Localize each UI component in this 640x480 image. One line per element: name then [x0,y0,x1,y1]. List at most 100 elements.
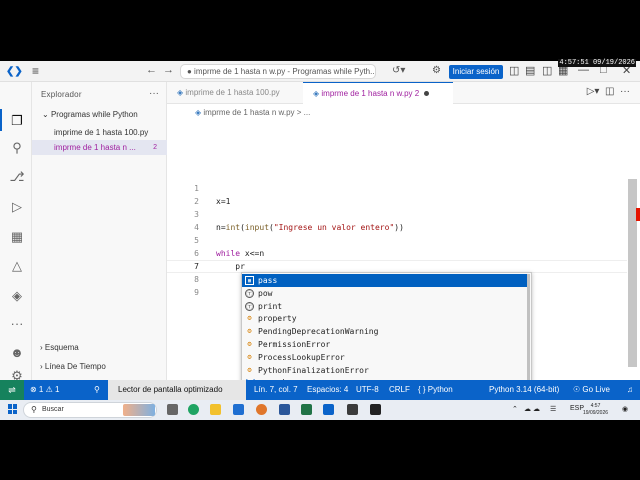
line-4: 4 n=int(input("Ingrese un valor entero")) [167,221,627,234]
line-number: 7 [194,262,199,271]
app-icon[interactable] [370,404,381,415]
more-icon[interactable]: ··· [620,86,630,97]
suggestion-item[interactable]: ⚙ PendingDeprecationWarning [242,325,527,338]
tray-icons[interactable]: ☁ ☁ [524,405,540,413]
line-number: 9 [194,288,199,297]
taskbar-search-label: Buscar [42,406,64,413]
timeline-section[interactable]: › Línea De Tiempo [40,362,106,371]
line-number: 8 [194,275,199,284]
timeline-label: Línea De Tiempo [44,362,106,371]
python-interpreter[interactable]: Python 3.14 (64-bit) [489,380,559,400]
copilot-icon[interactable]: ↺▾ [392,65,405,76]
line-2: 2 x=1 [167,195,627,208]
excel-icon[interactable] [301,404,312,415]
tab-imprime-100[interactable]: ◈ imprime de 1 hasta 100.py [167,82,303,104]
firefox-icon[interactable] [256,404,267,415]
run-debug-icon[interactable]: ▷ [8,198,26,216]
more-actions-icon[interactable]: ··· [149,88,159,99]
suggestion-item[interactable]: ⚙ PythonFinalizationError [242,364,527,377]
account-icon[interactable]: ☻ [8,344,26,362]
suggestion-item[interactable]: Ⓣpow [242,287,527,300]
encoding[interactable]: UTF-8 [356,380,379,400]
toggle-panel-icon[interactable]: ▤ [525,64,535,77]
tab-label: imprime de 1 hasta 100.py [185,88,280,97]
system-clock[interactable]: 4:57 19/09/2026 [583,403,608,417]
suggestion-item[interactable]: ⚙ property [242,312,527,325]
outline-section[interactable]: › Esquema [40,343,79,352]
indentation[interactable]: Espacios: 4 [307,380,348,400]
extensions-icon[interactable]: ▦ [8,228,26,246]
back-arrow-icon[interactable]: ← [146,64,157,76]
word-icon[interactable] [279,404,290,415]
class-icon: ⚙ [247,327,252,336]
keyboard-lang[interactable]: ESP [570,405,584,412]
unsaved-dot-icon[interactable] [424,91,430,97]
file-label: imprme de 1 hasta n ... [54,143,136,152]
more-views-icon[interactable]: ··· [8,315,26,333]
screen-reader-mode[interactable]: Lector de pantalla optimizado [108,380,246,400]
suggestion-label: pow [258,288,273,298]
activity-bar: ❐ ⚲ ⎇ ▷ ▦ △ ◈ ··· ☻ ⚙ [0,82,32,383]
line-6: 6 while x<=n [167,247,627,260]
language-mode[interactable]: { } Python [418,380,453,400]
python-icon[interactable]: ◈ [8,287,26,305]
sidebar-file-item[interactable]: imprime de 1 hasta 100.py [32,125,167,140]
hamburger-icon[interactable]: ≡ [32,64,39,78]
task-view-icon[interactable] [167,404,178,415]
source-control-icon[interactable]: ⎇ [8,168,26,186]
suggestion-label: PendingDeprecationWarning [258,327,379,337]
error-marker [636,208,640,221]
breadcrumb-text: imprme de 1 hasta n w.py > ... [203,108,311,117]
suggestion-label: PermissionError [258,340,331,349]
notification-icon[interactable]: ◉ [622,405,628,413]
suggestion-label: property [258,314,297,324]
toggle-sidebar-icon[interactable]: ◫ [509,64,519,77]
class-icon: ⚙ [247,340,252,348]
suggestion-item[interactable]: Ⓣprint [242,300,527,313]
breadcrumb[interactable]: ◈ imprme de 1 hasta n w.py > ... [195,108,310,117]
file-explorer-icon[interactable] [210,404,221,415]
folder-header[interactable]: ⌄ Programas while Python [42,110,138,119]
store-icon[interactable] [233,404,244,415]
edge-browser-icon[interactable] [188,404,199,415]
wifi-icon[interactable]: ☰ [550,405,556,413]
toggle-secondary-sidebar-icon[interactable]: ◫ [542,64,552,77]
explorer-icon[interactable]: ❐ [8,112,26,130]
tab-imprme-n[interactable]: ◈ imprme de 1 hasta n w.py 2 [303,82,453,104]
zoom-icon[interactable]: ⚲ [94,380,100,400]
line-number: 6 [194,249,199,258]
windows-taskbar: ⚲ Buscar ⌃ ☁ ☁ ☰ ESP 4:57 19/09/2026 ◉ [0,400,640,420]
suggestion-item[interactable]: ⚙ ProcessLookupError [242,351,527,364]
overlay-date: 09/19/2026 [592,59,635,67]
line-ending[interactable]: CRLF [389,380,410,400]
search-icon[interactable]: ⚲ [8,139,26,157]
tab-badge: 2 [414,89,420,98]
code-text: n=int(input("Ingrese un valor entero")) [216,223,404,232]
terminal-icon[interactable] [347,404,358,415]
split-editor-icon[interactable]: ◫ [605,86,614,97]
clock-time: 4:57 [590,403,601,409]
remote-icon[interactable]: ⇌ [0,380,24,400]
forward-arrow-icon[interactable]: → [163,64,174,76]
cursor-position[interactable]: Lín. 7, col. 7 [254,380,298,400]
search-icon: ⚲ [31,405,37,414]
testing-icon[interactable]: △ [8,257,26,275]
go-live-button[interactable]: ☉ Go Live [573,380,610,400]
command-center-search[interactable]: ● imprme de 1 hasta n w.py - Programas w… [180,64,376,79]
sidebar-file-item-selected[interactable]: imprme de 1 hasta n ... 2 [32,140,167,155]
clock-date: 19/09/2026 [583,410,609,416]
sign-in-button[interactable]: Iniciar sesión [449,65,503,79]
outline-label: Esquema [44,343,79,352]
accounts-settings-icon[interactable]: ⚙ [432,65,441,76]
tray-chevron-icon[interactable]: ⌃ [512,405,518,413]
suggestion-item[interactable]: ▦ pass [242,274,527,287]
problems-indicator[interactable]: ⊗ 1 ⚠ 1 [30,380,59,400]
vscode-taskbar-icon[interactable] [323,404,334,415]
windows-start-icon[interactable] [8,404,18,414]
code-text: x=1 [216,197,231,206]
search-highlight-image[interactable] [123,404,155,416]
run-icon[interactable]: ▷▾ [587,86,600,97]
suggestion-item[interactable]: ⚙ PermissionError [242,338,527,351]
vscode-window: ❮❯ ≡ ← → ● imprme de 1 hasta n w.py - Pr… [0,61,640,420]
notifications-bell-icon[interactable]: ♫ [627,380,633,400]
